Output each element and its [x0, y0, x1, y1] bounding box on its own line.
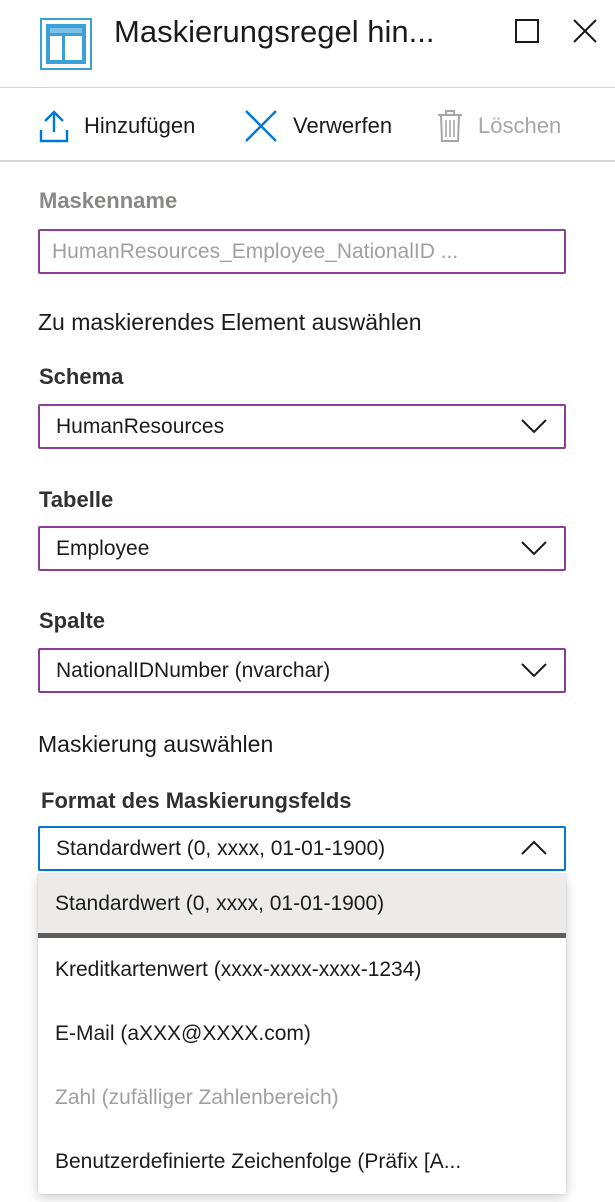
table-value: Employee — [56, 536, 150, 560]
add-button[interactable]: Hinzufügen — [38, 107, 195, 145]
mask-name-value: HumanResources_Employee_NationalID ... — [52, 239, 459, 263]
format-label: Format des Maskierungsfelds — [41, 788, 352, 813]
command-toolbar: Hinzufügen Verwerfen Löschen — [0, 89, 615, 162]
close-icon — [573, 19, 597, 43]
discard-button[interactable]: Verwerfen — [243, 107, 392, 145]
trash-icon — [438, 110, 462, 142]
discard-x-icon — [245, 110, 277, 142]
format-options-list: Standardwert (0, xxxx, 01-01-1900) Kredi… — [38, 874, 566, 1194]
mask-name-field: HumanResources_Employee_NationalID ... — [38, 229, 566, 274]
format-dropdown[interactable]: Standardwert (0, xxxx, 01-01-1900) — [38, 826, 566, 871]
panel-title: Maskierungsregel hin... — [114, 14, 435, 49]
column-value: NationalIDNumber (nvarchar) — [56, 658, 331, 682]
chevron-down-icon — [521, 541, 547, 556]
column-dropdown[interactable]: NationalIDNumber (nvarchar) — [38, 648, 566, 693]
add-label: Hinzufügen — [84, 113, 196, 138]
table-label: Tabelle — [39, 487, 114, 512]
schema-dropdown[interactable]: HumanResources — [38, 404, 566, 449]
select-element-heading: Zu maskierendes Element auswählen — [38, 309, 422, 335]
discard-label: Verwerfen — [293, 113, 393, 138]
chevron-up-icon — [521, 840, 547, 855]
format-option-email[interactable]: E-Mail (aXXX@XXXX.com) — [38, 1002, 566, 1066]
maximize-button[interactable] — [510, 14, 544, 48]
title-bar: Maskierungsregel hin... — [0, 0, 615, 88]
schema-value: HumanResources — [56, 414, 225, 438]
delete-button[interactable]: Löschen — [436, 107, 561, 145]
chevron-down-icon — [521, 419, 547, 434]
delete-label: Löschen — [478, 113, 562, 138]
close-button[interactable] — [568, 14, 602, 48]
maximize-icon — [515, 19, 539, 43]
select-mask-heading: Maskierung auswählen — [38, 731, 274, 757]
format-option-number: Zahl (zufälliger Zahlenbereich) — [55, 1086, 339, 1109]
format-option-credit-card[interactable]: Kreditkartenwert (xxxx-xxxx-xxxx-1234) — [38, 938, 566, 1002]
table-dropdown[interactable]: Employee — [38, 526, 566, 571]
upload-icon — [39, 110, 69, 143]
mask-name-label: Maskenname — [39, 188, 178, 213]
format-value: Standardwert (0, xxxx, 01-01-1900) — [56, 836, 386, 860]
chevron-down-icon — [521, 663, 547, 678]
format-option-custom-string[interactable]: Benutzerdefinierte Zeichenfolge (Präfix … — [38, 1130, 566, 1194]
table-icon — [40, 18, 92, 70]
column-label: Spalte — [39, 608, 106, 633]
mask-rule-panel: Maskierungsregel hin... Hinzufügen Verwe… — [0, 0, 615, 1202]
schema-label: Schema — [39, 364, 124, 389]
format-option-default[interactable]: Standardwert (0, xxxx, 01-01-1900) — [38, 874, 566, 938]
